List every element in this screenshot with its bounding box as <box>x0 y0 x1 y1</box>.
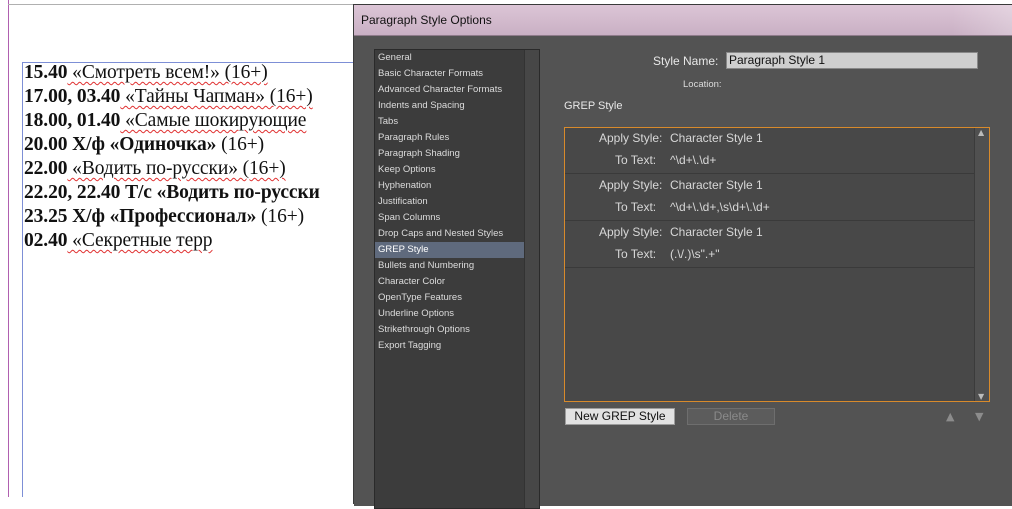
category-opentype-features[interactable]: OpenType Features <box>375 290 539 306</box>
to-text-pattern[interactable]: ^\d+\.\d+ <box>670 153 716 167</box>
category-general[interactable]: General <box>375 50 539 66</box>
apply-style-label: Apply Style: <box>599 131 663 145</box>
to-text-label: To Text: <box>615 200 657 214</box>
grep-rule[interactable]: Apply Style: Character Style 1 To Text: … <box>565 175 975 221</box>
category-scrollbar[interactable] <box>524 50 539 508</box>
line-bold: 22.00 <box>24 158 68 179</box>
text-line: 22.20, 22.40 Т/с «Водить по-русски <box>24 181 360 205</box>
category-bullets-and-numbering[interactable]: Bullets and Numbering <box>375 258 539 274</box>
apply-style-value[interactable]: Character Style 1 <box>670 131 763 145</box>
grep-rule[interactable]: Apply Style: Character Style 1 To Text: … <box>565 222 975 268</box>
grep-style-list[interactable]: Apply Style: Character Style 1 To Text: … <box>564 127 990 402</box>
text-line: 17.00, 03.40 «Тайны Чапман» (16+) <box>24 85 360 109</box>
category-drop-caps[interactable]: Drop Caps and Nested Styles <box>375 226 539 242</box>
scroll-down-icon[interactable]: ▼ <box>978 392 984 401</box>
line-text: «Тайны Чапман» (16+) <box>120 86 313 107</box>
line-bold: 22.20, 22.40 Т/с «Водить по-русски <box>24 182 320 203</box>
line-text: «Водить по-русски» (16+) <box>67 158 286 179</box>
location-label: Location: <box>683 79 722 90</box>
grep-rule[interactable]: Apply Style: Character Style 1 To Text: … <box>565 128 975 174</box>
style-name-input[interactable]: Paragraph Style 1 <box>726 52 978 69</box>
line-text: (16+) <box>216 134 265 155</box>
scroll-up-icon[interactable]: ▲ <box>978 128 984 137</box>
line-text: «Смотреть всем!» (16+) <box>67 62 268 83</box>
category-keep-options[interactable]: Keep Options <box>375 162 539 178</box>
paragraph-style-dialog: Paragraph Style Options General Basic Ch… <box>353 4 1012 509</box>
category-paragraph-shading[interactable]: Paragraph Shading <box>375 146 539 162</box>
dialog-title: Paragraph Style Options <box>361 13 492 27</box>
category-hyphenation[interactable]: Hyphenation <box>375 178 539 194</box>
category-underline-options[interactable]: Underline Options <box>375 306 539 322</box>
to-text-pattern[interactable]: (.\/.)\s".+" <box>670 247 720 261</box>
line-bold: 23.25 Х/ф «Профессионал» <box>24 206 257 227</box>
style-name-label: Style Name: <box>653 54 719 68</box>
grep-list-scrollbar[interactable]: ▲ ▼ <box>974 128 989 401</box>
line-bold: 17.00, 03.40 <box>24 86 121 107</box>
margin-guide <box>8 0 9 497</box>
category-paragraph-rules[interactable]: Paragraph Rules <box>375 130 539 146</box>
page-edge <box>8 4 360 5</box>
category-grep-style[interactable]: GREP Style <box>375 242 539 258</box>
line-bold: 20.00 Х/ф «Одиночка» <box>24 134 217 155</box>
category-character-color[interactable]: Character Color <box>375 274 539 290</box>
to-text-pattern[interactable]: ^\d+\.\d+,\s\d+\.\d+ <box>670 200 770 214</box>
apply-style-label: Apply Style: <box>599 178 663 192</box>
line-bold: 15.40 <box>24 62 68 83</box>
text-line: 18.00, 01.40 «Самые шокирующие <box>24 109 360 133</box>
titlebar-glow <box>952 5 1012 35</box>
text-lines[interactable]: 15.40 «Смотреть всем!» (16+) 17.00, 03.4… <box>24 61 360 253</box>
line-text: «Самые шокирующие <box>120 110 307 131</box>
dialog-titlebar[interactable]: Paragraph Style Options <box>354 5 1012 36</box>
apply-style-value[interactable]: Character Style 1 <box>670 178 763 192</box>
category-basic-character-formats[interactable]: Basic Character Formats <box>375 66 539 82</box>
dialog-body: General Basic Character Formats Advanced… <box>354 36 1012 509</box>
apply-style-value[interactable]: Character Style 1 <box>670 225 763 239</box>
text-line: 02.40 «Секретные терр <box>24 229 360 253</box>
category-strikethrough-options[interactable]: Strikethrough Options <box>375 322 539 338</box>
text-line: 15.40 «Смотреть всем!» (16+) <box>24 61 360 85</box>
apply-style-label: Apply Style: <box>599 225 663 239</box>
line-text: (16+) <box>256 206 305 227</box>
category-span-columns[interactable]: Span Columns <box>375 210 539 226</box>
move-up-icon[interactable]: ▲ <box>946 410 954 423</box>
to-text-label: To Text: <box>615 247 657 261</box>
section-title: GREP Style <box>564 100 623 112</box>
category-justification[interactable]: Justification <box>375 194 539 210</box>
category-advanced-character-formats[interactable]: Advanced Character Formats <box>375 82 539 98</box>
delete-button[interactable]: Delete <box>687 408 775 425</box>
text-line: 22.00 «Водить по-русски» (16+) <box>24 157 360 181</box>
move-down-icon[interactable]: ▼ <box>975 410 983 423</box>
text-line: 23.25 Х/ф «Профессионал» (16+) <box>24 205 360 229</box>
category-indents-and-spacing[interactable]: Indents and Spacing <box>375 98 539 114</box>
text-line: 20.00 Х/ф «Одиночка» (16+) <box>24 133 360 157</box>
category-tabs[interactable]: Tabs <box>375 114 539 130</box>
line-text: «Секретные терр <box>67 230 213 251</box>
new-grep-style-button[interactable]: New GREP Style <box>565 408 675 425</box>
line-bold: 18.00, 01.40 <box>24 110 121 131</box>
document-canvas: 15.40 «Смотреть всем!» (16+) 17.00, 03.4… <box>0 0 360 497</box>
line-bold: 02.40 <box>24 230 68 251</box>
category-export-tagging[interactable]: Export Tagging <box>375 338 539 354</box>
to-text-label: To Text: <box>615 153 657 167</box>
category-list[interactable]: General Basic Character Formats Advanced… <box>374 49 540 509</box>
